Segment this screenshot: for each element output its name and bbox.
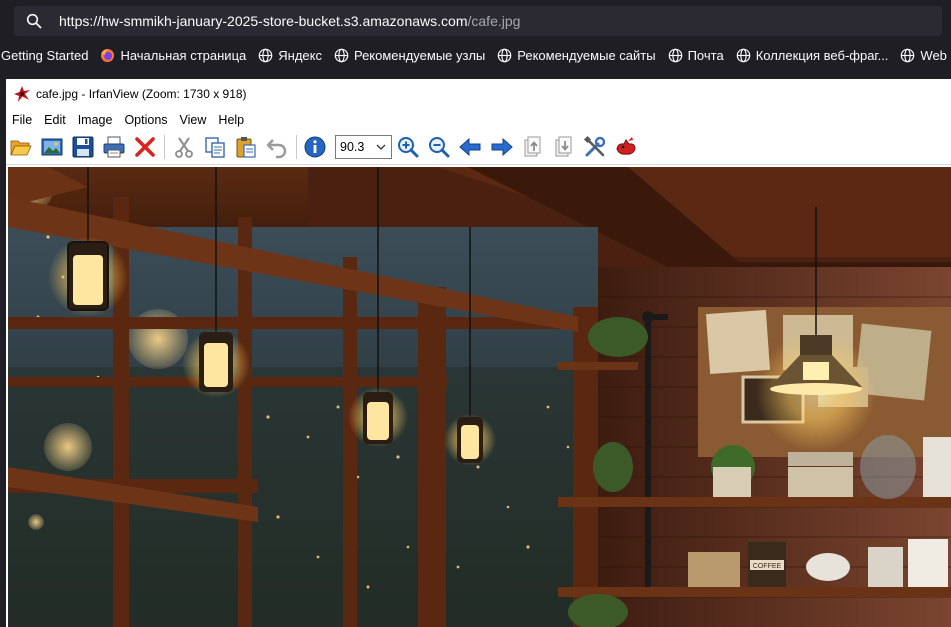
- bookmark-suggested-sites[interactable]: Рекомендуемые сайты: [497, 47, 656, 63]
- first-page-button[interactable]: [520, 134, 546, 160]
- bookmark-label: Начальная страница: [120, 47, 247, 63]
- settings-button[interactable]: [582, 134, 608, 160]
- globe-icon: [258, 48, 273, 62]
- menu-edit[interactable]: Edit: [38, 113, 72, 127]
- coffee-jar-label: COFFEE: [753, 563, 782, 570]
- open-button[interactable]: [8, 134, 34, 160]
- previous-image-button[interactable]: [457, 134, 483, 160]
- globe-icon: [668, 48, 682, 62]
- print-button[interactable]: [101, 134, 127, 160]
- cut-icon: [175, 137, 193, 158]
- copy-icon: [205, 137, 225, 158]
- save-button[interactable]: [70, 134, 96, 160]
- irfanview-window: cafe.jpg - IrfanView (Zoom: 1730 x 918) …: [6, 79, 951, 627]
- menu-options[interactable]: Options: [118, 113, 173, 127]
- zoom-in-icon: [398, 137, 419, 158]
- window-title: cafe.jpg - IrfanView (Zoom: 1730 x 918): [36, 87, 247, 101]
- save-icon: [72, 136, 94, 158]
- bookmark-getting-started[interactable]: Getting Started: [1, 48, 88, 63]
- url-host: https://hw-smmikh-january-2025-store-buc…: [59, 13, 468, 29]
- menu-view[interactable]: View: [174, 113, 213, 127]
- bookmark-label: Почта: [687, 47, 724, 63]
- globe-icon: [497, 48, 512, 62]
- bookmark-yandex[interactable]: Яндекс: [258, 48, 322, 63]
- thumbnails-icon: [41, 138, 63, 156]
- bookmark-home-page[interactable]: Начальная страница: [100, 48, 246, 63]
- search-icon: [26, 13, 42, 29]
- menu-help[interactable]: Help: [212, 113, 250, 127]
- delete-icon: [135, 137, 155, 157]
- menu-image[interactable]: Image: [72, 113, 119, 127]
- irfanview-logo-icon: [616, 137, 636, 155]
- zoom-value: 90.3: [340, 140, 365, 154]
- delete-button[interactable]: [132, 134, 158, 160]
- bookmark-label: Рекомендуемые узлы: [353, 47, 486, 63]
- globe-icon: [736, 48, 750, 62]
- browser-chrome: https://hw-smmikh-january-2025-store-buc…: [0, 0, 951, 72]
- zoom-out-icon: [429, 137, 450, 158]
- bookmark-mail[interactable]: Почта: [668, 48, 724, 63]
- open-folder-icon: [10, 140, 32, 156]
- url-text[interactable]: https://hw-smmikh-january-2025-store-buc…: [59, 13, 520, 29]
- bookmark-label: Яндекс: [278, 47, 322, 63]
- settings-icon: [583, 135, 606, 157]
- paste-icon: [236, 137, 256, 158]
- thumbnails-button[interactable]: [39, 134, 65, 160]
- menu-file[interactable]: File: [6, 113, 38, 127]
- undo-button[interactable]: [264, 134, 290, 160]
- bookmark-web-fragments[interactable]: Коллекция веб-фраг...: [736, 47, 889, 63]
- first-page-icon: [524, 136, 541, 157]
- toolbar: 90.3: [6, 130, 951, 165]
- about-button[interactable]: [613, 134, 639, 160]
- bookmark-web-slice-gallery[interactable]: Web Slice Gallery: [900, 48, 951, 63]
- bookmarks-toolbar: Getting Started Начальная страница Яндек…: [0, 42, 951, 68]
- print-icon: [103, 136, 125, 158]
- cut-button[interactable]: [171, 134, 197, 160]
- globe-icon: [901, 48, 915, 62]
- bookmark-label: Getting Started: [1, 47, 89, 63]
- address-bar[interactable]: https://hw-smmikh-january-2025-store-buc…: [14, 6, 942, 36]
- paste-button[interactable]: [233, 134, 259, 160]
- info-icon: [304, 136, 326, 158]
- previous-icon: [459, 137, 481, 157]
- bookmark-label: Рекомендуемые сайты: [517, 47, 656, 63]
- bookmark-suggested-nodes[interactable]: Рекомендуемые узлы: [334, 48, 485, 63]
- last-page-button[interactable]: [551, 134, 577, 160]
- zoom-in-button[interactable]: [395, 134, 421, 160]
- toolbar-separator: [164, 135, 165, 159]
- zoom-select[interactable]: 90.3: [335, 135, 392, 159]
- menu-bar: File Edit Image Options View Help: [6, 109, 951, 130]
- undo-icon: [266, 139, 287, 159]
- zoom-out-button[interactable]: [426, 134, 452, 160]
- firefox-icon: [101, 48, 115, 62]
- chevron-down-icon: [376, 144, 386, 150]
- next-icon: [491, 137, 513, 157]
- url-path: /cafe.jpg: [467, 13, 521, 29]
- toolbar-separator: [296, 135, 297, 159]
- bookmark-label: Коллекция веб-фраг...: [755, 47, 889, 63]
- bookmark-label: Web Slice Gallery: [920, 47, 951, 63]
- next-image-button[interactable]: [489, 134, 515, 160]
- window-titlebar[interactable]: cafe.jpg - IrfanView (Zoom: 1730 x 918): [6, 79, 951, 109]
- cafe-image: COFFEE: [8, 167, 951, 627]
- last-page-icon: [555, 136, 572, 157]
- globe-icon: [334, 48, 349, 62]
- image-canvas[interactable]: COFFEE: [8, 167, 951, 627]
- irfanview-app-icon: [14, 86, 30, 102]
- copy-button[interactable]: [202, 134, 228, 160]
- info-button[interactable]: [302, 134, 328, 160]
